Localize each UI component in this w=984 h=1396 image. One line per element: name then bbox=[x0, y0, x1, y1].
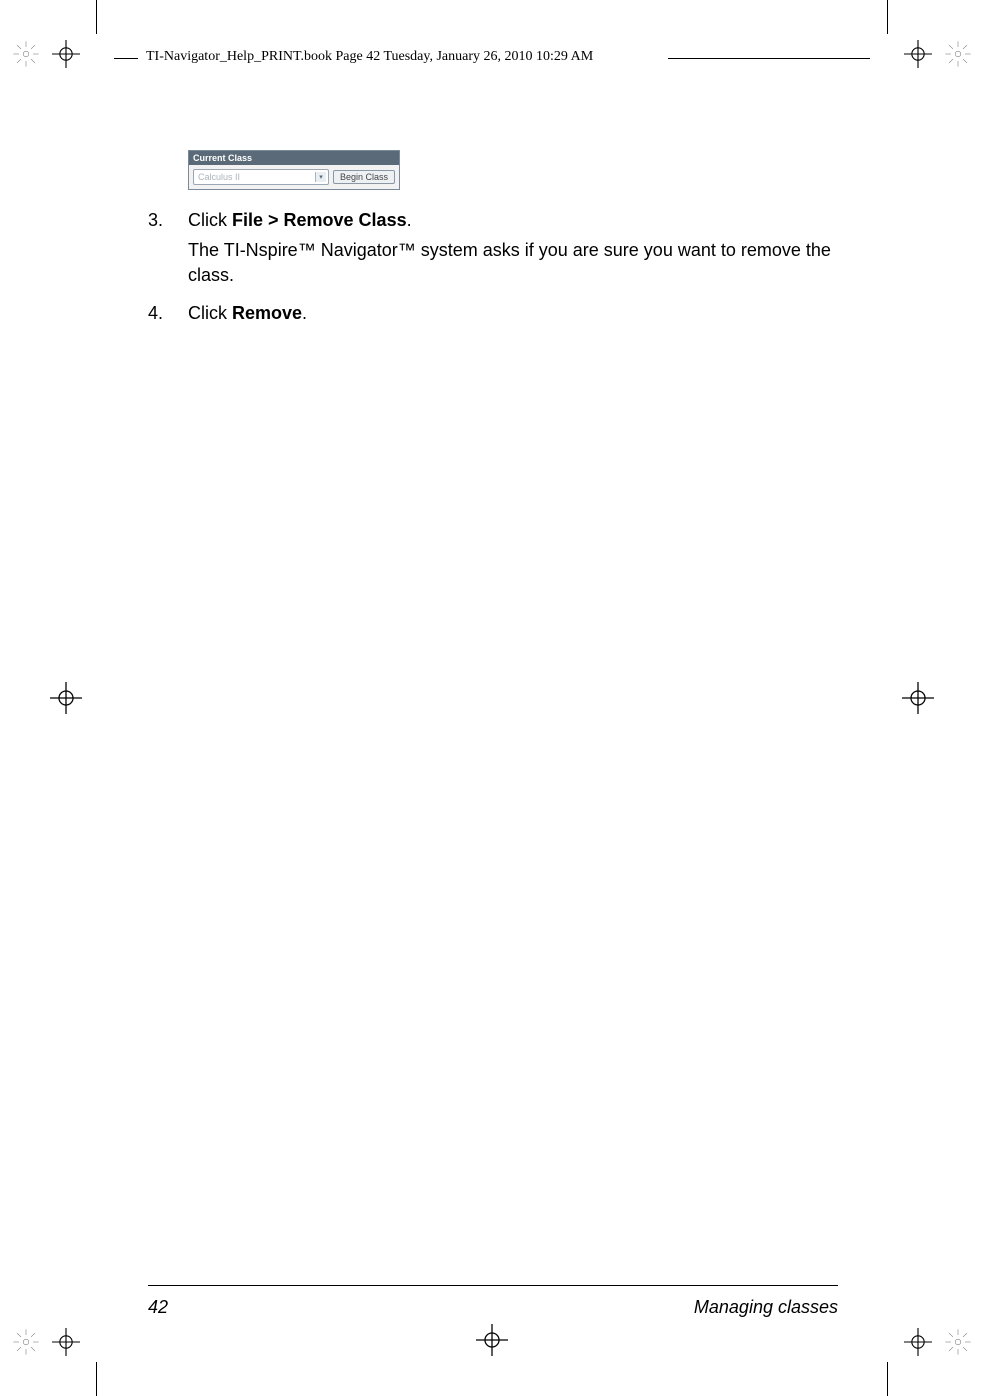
step-prefix: Click bbox=[188, 210, 232, 230]
step-3: 3. Click File > Remove Class. bbox=[148, 208, 838, 232]
step-bold: Remove bbox=[232, 303, 302, 323]
section-title: Managing classes bbox=[694, 1297, 838, 1318]
current-class-panel: Current Class Calculus II ▾ Begin Class bbox=[188, 150, 400, 190]
class-select-value: Calculus II bbox=[198, 172, 240, 182]
sunburst-icon bbox=[944, 40, 972, 68]
step-4: 4. Click Remove. bbox=[148, 301, 838, 325]
step-suffix: . bbox=[407, 210, 412, 230]
step-bold: File > Remove Class bbox=[232, 210, 407, 230]
step-number: 3. bbox=[148, 208, 188, 232]
current-class-body: Calculus II ▾ Begin Class bbox=[189, 165, 399, 189]
step-text: Click File > Remove Class. bbox=[188, 208, 838, 232]
step-3-sub: The TI-Nspire™ Navigator™ system asks if… bbox=[188, 238, 838, 287]
current-class-title: Current Class bbox=[189, 151, 399, 165]
class-select[interactable]: Calculus II ▾ bbox=[193, 169, 329, 185]
trim-line bbox=[887, 0, 888, 34]
sunburst-icon bbox=[12, 1328, 40, 1356]
registration-mark-icon bbox=[52, 40, 80, 68]
trim-line bbox=[96, 0, 97, 34]
registration-mark-icon bbox=[50, 682, 82, 714]
registration-mark-icon bbox=[904, 40, 932, 68]
sunburst-icon bbox=[944, 1328, 972, 1356]
registration-mark-icon bbox=[902, 682, 934, 714]
running-head: TI-Navigator_Help_PRINT.book Page 42 Tue… bbox=[146, 49, 593, 65]
step-suffix: . bbox=[302, 303, 307, 323]
registration-mark-icon bbox=[52, 1328, 80, 1356]
chevron-down-icon: ▾ bbox=[315, 172, 326, 182]
footer: 42 Managing classes bbox=[148, 1297, 838, 1318]
trim-line bbox=[887, 1362, 888, 1396]
step-text: Click Remove. bbox=[188, 301, 838, 325]
registration-mark-icon bbox=[904, 1328, 932, 1356]
trim-line bbox=[96, 1362, 97, 1396]
footer-rule bbox=[148, 1285, 838, 1286]
page: TI-Navigator_Help_PRINT.book Page 42 Tue… bbox=[0, 0, 984, 1396]
begin-class-button[interactable]: Begin Class bbox=[333, 170, 395, 184]
page-number: 42 bbox=[148, 1297, 168, 1318]
sunburst-icon bbox=[12, 40, 40, 68]
step-prefix: Click bbox=[188, 303, 232, 323]
registration-mark-icon bbox=[476, 1324, 508, 1356]
content-area: Current Class Calculus II ▾ Begin Class … bbox=[148, 150, 838, 331]
step-number: 4. bbox=[148, 301, 188, 325]
